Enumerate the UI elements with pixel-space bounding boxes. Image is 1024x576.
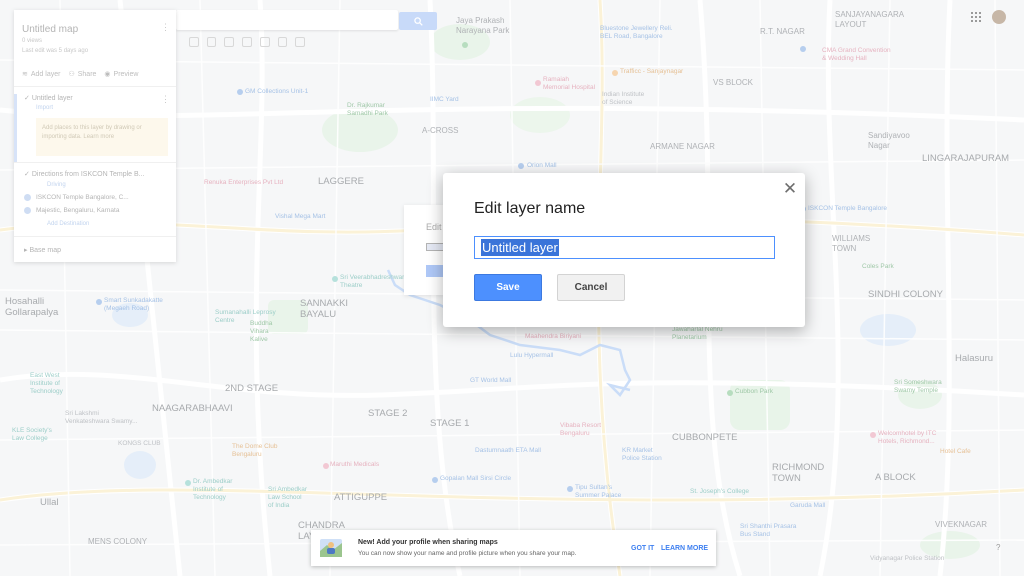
got-it-button[interactable]: GOT IT bbox=[631, 545, 654, 552]
cancel-button[interactable]: Cancel bbox=[557, 274, 625, 301]
save-button[interactable]: Save bbox=[474, 274, 542, 301]
edit-layer-name-dialog: ✕ Edit layer name Untitled layer Save Ca… bbox=[443, 173, 805, 327]
selected-text-highlight: Untitled layer bbox=[481, 239, 559, 256]
app-window: Jaya Prakash Narayana Park Bluestone Jew… bbox=[0, 0, 1024, 576]
sharing-notification-bar: New! Add your profile when sharing maps … bbox=[311, 530, 716, 566]
learn-more-link[interactable]: LEARN MORE bbox=[661, 545, 708, 552]
dialog-title: Edit layer name bbox=[474, 200, 586, 217]
close-icon[interactable]: ✕ bbox=[781, 180, 799, 198]
notification-body: You can now show your name and profile p… bbox=[358, 550, 577, 557]
apps-grid-icon[interactable] bbox=[971, 12, 981, 22]
map-profile-icon bbox=[320, 539, 342, 557]
notification-headline: New! Add your profile when sharing maps bbox=[358, 539, 498, 546]
help-icon[interactable]: ? bbox=[996, 543, 1000, 552]
account-avatar[interactable] bbox=[992, 10, 1006, 24]
